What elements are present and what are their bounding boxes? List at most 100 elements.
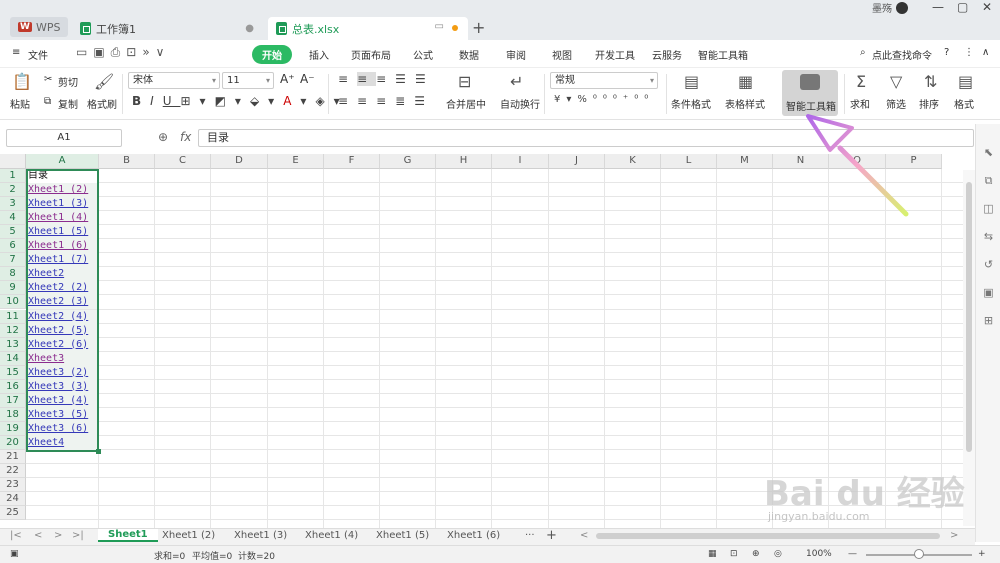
hyperlink-cell[interactable]: Xheet1 (7) bbox=[27, 253, 99, 268]
user-account[interactable]: 墨殇 bbox=[872, 0, 908, 15]
tab-data[interactable]: 数据 bbox=[459, 47, 479, 62]
row-header-24[interactable]: 24 bbox=[0, 492, 26, 507]
row-header-23[interactable]: 23 bbox=[0, 478, 26, 493]
merge-center-button[interactable]: 合并居中 bbox=[446, 96, 486, 111]
column-header-B[interactable]: B bbox=[99, 154, 155, 169]
eye-protection-icon[interactable]: ◎ bbox=[774, 549, 782, 559]
row-header-18[interactable]: 18 bbox=[0, 407, 26, 422]
row-header-15[interactable]: 15 bbox=[0, 365, 26, 380]
backup-icon[interactable]: ▣ bbox=[982, 286, 995, 299]
column-header-K[interactable]: K bbox=[605, 154, 661, 169]
row-header-1[interactable]: 1 bbox=[0, 169, 26, 183]
row-header-25[interactable]: 25 bbox=[0, 506, 26, 521]
hyperlink-cell[interactable]: Xheet2 (3) bbox=[27, 295, 99, 310]
paste-icon[interactable]: 📋 bbox=[12, 72, 32, 91]
hyperlink-cell[interactable]: Xheet3 (5) bbox=[27, 407, 99, 422]
zoom-slider-knob[interactable] bbox=[914, 549, 924, 559]
row-header-4[interactable]: 4 bbox=[0, 211, 26, 226]
more-sheets-button[interactable]: ··· bbox=[525, 530, 535, 541]
normal-view-icon[interactable]: ▦ bbox=[708, 549, 717, 559]
more-icon[interactable]: ⋮ bbox=[964, 47, 974, 58]
shapes-icon[interactable]: ⧉ bbox=[982, 174, 995, 187]
file-menu[interactable]: 文件 bbox=[28, 47, 48, 62]
filter-button[interactable]: 筛选 bbox=[886, 96, 906, 111]
paste-button[interactable]: 粘贴 bbox=[10, 96, 30, 111]
add-sheet-button[interactable]: + bbox=[546, 528, 557, 543]
row-header-21[interactable]: 21 bbox=[0, 450, 26, 464]
select-pointer-icon[interactable]: ⬉ bbox=[982, 146, 995, 159]
font-name-select[interactable]: 宋体 bbox=[128, 72, 220, 89]
hyperlink-cell[interactable]: Xheet1 (4) bbox=[27, 211, 99, 226]
zoom-out-icon[interactable]: — bbox=[848, 549, 857, 559]
column-header-I[interactable]: I bbox=[492, 154, 549, 169]
history-icon[interactable]: ↺ bbox=[982, 258, 995, 271]
sheet-tab[interactable]: Xheet1 (3) bbox=[234, 530, 287, 541]
hyperlink-cell[interactable]: Xheet1 (5) bbox=[27, 225, 99, 240]
conditional-format-button[interactable]: 条件格式 bbox=[671, 96, 711, 111]
command-search[interactable]: 点此查找命令 bbox=[872, 47, 932, 62]
maximize-icon[interactable]: ▢ bbox=[957, 0, 968, 14]
tab-home[interactable]: 开始 bbox=[252, 45, 292, 64]
align-top-icons[interactable]: ≡≡≡☰☰ bbox=[338, 72, 435, 86]
column-header-C[interactable]: C bbox=[155, 154, 211, 169]
column-header-O[interactable]: O bbox=[829, 154, 886, 169]
row-header-7[interactable]: 7 bbox=[0, 253, 26, 268]
column-header-N[interactable]: N bbox=[773, 154, 829, 169]
sheet-tab[interactable]: Xheet1 (4) bbox=[305, 530, 358, 541]
format-painter-icon[interactable]: 🖌 bbox=[94, 72, 114, 91]
style-icon[interactable]: ◫ bbox=[982, 202, 995, 215]
wrap-text-button[interactable]: 自动换行 bbox=[500, 96, 540, 111]
hyperlink-cell[interactable]: Xheet2 bbox=[27, 267, 99, 282]
row-header-2[interactable]: 2 bbox=[0, 183, 26, 198]
column-header-J[interactable]: J bbox=[549, 154, 605, 169]
first-sheet-icon[interactable]: |< bbox=[10, 530, 22, 541]
column-header-E[interactable]: E bbox=[268, 154, 324, 169]
sum-button[interactable]: 求和 bbox=[850, 96, 870, 111]
cut-button[interactable]: 剪切 bbox=[58, 74, 78, 89]
hyperlink-cell[interactable]: Xheet2 (2) bbox=[27, 281, 99, 296]
column-header-P[interactable]: P bbox=[886, 154, 942, 169]
tab-insert[interactable]: 插入 bbox=[309, 47, 329, 62]
hyperlink-cell[interactable]: Xheet1 (3) bbox=[27, 197, 99, 212]
filter-icon[interactable]: ▽ bbox=[890, 72, 902, 91]
number-format-icons[interactable]: ¥▾%⁰⁰⁰⁺⁰⁰ bbox=[554, 94, 654, 105]
sheet-tab[interactable]: Xheet1 (5) bbox=[376, 530, 429, 541]
table-style-button[interactable]: 表格样式 bbox=[725, 96, 765, 111]
horizontal-scroll-thumb[interactable] bbox=[596, 533, 940, 539]
tab-workbook1[interactable]: 工作簿1 ● bbox=[72, 17, 262, 40]
quick-access-icons[interactable]: ▭▣⎙⊡»∨ bbox=[76, 45, 170, 60]
fill-handle[interactable] bbox=[96, 449, 101, 454]
fx-icon[interactable]: fx bbox=[180, 130, 191, 144]
row-header-16[interactable]: 16 bbox=[0, 379, 26, 394]
prev-sheet-icon[interactable]: < bbox=[34, 530, 42, 541]
row-header-11[interactable]: 11 bbox=[0, 309, 26, 324]
shrink-font-icon[interactable]: A⁻ bbox=[300, 72, 315, 86]
hamburger-icon[interactable]: ≡ bbox=[12, 47, 20, 58]
page-layout-view-icon[interactable]: ⊡ bbox=[730, 549, 738, 559]
scroll-left-icon[interactable]: < bbox=[580, 530, 588, 541]
zoom-icon[interactable]: ⊕ bbox=[158, 130, 168, 144]
last-sheet-icon[interactable]: >| bbox=[72, 530, 84, 541]
hyperlink-cell[interactable]: Xheet2 (6) bbox=[27, 337, 99, 352]
add-tab-button[interactable]: + bbox=[472, 18, 485, 37]
wrap-text-icon[interactable]: ↵ bbox=[510, 72, 523, 91]
row-header-9[interactable]: 9 bbox=[0, 281, 26, 296]
format-button[interactable]: 格式 bbox=[954, 96, 974, 111]
row-header-6[interactable]: 6 bbox=[0, 239, 26, 254]
row-header-17[interactable]: 17 bbox=[0, 393, 26, 408]
column-header-G[interactable]: G bbox=[380, 154, 436, 169]
column-header-H[interactable]: H bbox=[436, 154, 492, 169]
avatar[interactable] bbox=[896, 1, 908, 14]
collapse-ribbon-icon[interactable]: ∧ bbox=[982, 47, 989, 58]
hyperlink-cell[interactable]: Xheet3 (3) bbox=[27, 379, 99, 394]
column-header-F[interactable]: F bbox=[324, 154, 380, 169]
tab-review[interactable]: 审阅 bbox=[506, 47, 526, 62]
smart-toolbox-button[interactable]: 智能工具箱 bbox=[782, 70, 838, 116]
format-icon[interactable]: ▤ bbox=[958, 72, 973, 91]
merge-center-icon[interactable]: ⊟ bbox=[458, 72, 471, 91]
transfer-icon[interactable]: ⇆ bbox=[982, 230, 995, 243]
table-style-icon[interactable]: ▦ bbox=[738, 72, 753, 91]
tab-formula[interactable]: 公式 bbox=[413, 47, 433, 62]
hyperlink-cell[interactable]: Xheet2 (4) bbox=[27, 309, 99, 324]
column-header-M[interactable]: M bbox=[717, 154, 773, 169]
